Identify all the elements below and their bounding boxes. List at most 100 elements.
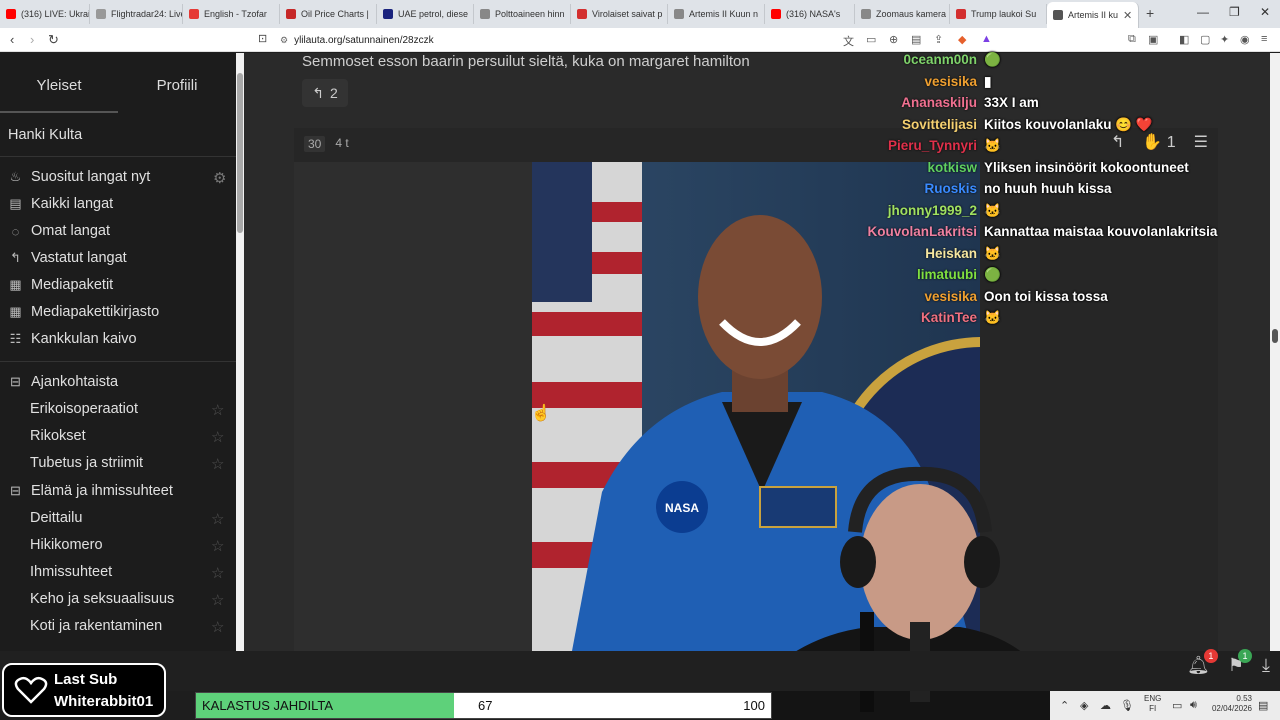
sidebar-item-kaikki[interactable]: ▤ Kaikki langat [8,196,113,212]
sidebar-scrollbar[interactable] [236,53,244,651]
rewards-icon[interactable]: ▲ [981,33,992,45]
notification-center-icon[interactable]: ▤ [1258,699,1268,712]
clock[interactable]: 0.53 02/04/2026 [1208,694,1252,714]
tab-label: Flightradar24: Live [111,9,183,19]
svg-text:NASA: NASA [665,501,699,515]
browser-tab[interactable]: (316) NASA's [765,4,855,24]
minimize-button[interactable]: — [1197,5,1209,19]
star-icon[interactable]: ☆ [211,537,224,555]
chat-username: kotkisw [927,159,977,175]
display-icon[interactable]: ▭ [1172,699,1182,712]
vpn-icon[interactable]: ◉ [1240,33,1250,46]
sidebar-item-suositut[interactable]: ♨ Suositut langat nyt [8,169,151,185]
tab-yleiset[interactable]: Yleiset [0,53,118,113]
extensions-icon[interactable]: ⧉ [1128,33,1136,46]
browser-tab[interactable]: English - Tzofar [183,4,280,24]
chat-text: Kiitos kouvolanlaku 😊 ❤️ [984,116,1153,132]
menu-icon[interactable]: ≡ [1261,33,1267,45]
settings-gear-icon[interactable]: ⚙ [213,169,226,187]
board-ihmissuhteet[interactable]: Ihmissuhteet [30,564,112,580]
browser-tab[interactable]: Zoomaus kamera [855,4,950,24]
share-icon[interactable]: ⇪ [934,33,943,46]
sidebar-item-mediapakettikirjasto[interactable]: ▦ Mediapakettikirjasto [8,304,159,320]
board-keho[interactable]: Keho ja seksuaalisuus [30,591,174,607]
star-icon[interactable]: ☆ [211,428,224,446]
tab-label: Oil Price Charts | [301,9,369,19]
sidebar-item-kankkulan-kaivo[interactable]: ☷ Kankkulan kaivo [8,331,137,347]
favicon-icon [577,9,587,19]
notification-bell-icon[interactable]: 🔔︎ 1 [1187,649,1218,676]
mic-icon[interactable]: 🎙︎ [1120,699,1134,712]
sidebar-toggle-icon[interactable]: ◧ [1179,33,1189,46]
chevron-up-icon[interactable]: ⌃ [1060,699,1069,712]
browser-tab[interactable]: Artemis II Kuun n [668,4,765,24]
reader-icon[interactable]: ▤ [911,33,921,46]
board-erikoisoperaatiot[interactable]: Erikoisoperaatiot [30,401,138,417]
board-tubetus[interactable]: Tubetus ja striimit [30,455,143,471]
chat-text: Oon toi kissa tossa [984,288,1108,304]
sidebar-item-vastatut[interactable]: ↰ Vastatut langat [8,250,127,266]
collapse-icon[interactable]: ⊟ [8,374,23,390]
close-window-button[interactable]: ✕ [1260,5,1270,19]
cast-icon[interactable]: ▭ [866,33,876,46]
dropbox-icon[interactable]: ◈ [1080,699,1088,712]
sidebar-item-mediapaketit[interactable]: ▦ Mediapaketit [8,277,113,293]
leo-icon[interactable]: ✦ [1220,33,1229,46]
browser-tab[interactable]: Polttoaineen hinn [474,4,571,24]
post-number[interactable]: 30 [304,136,326,152]
star-icon[interactable]: ☆ [211,455,224,473]
star-icon[interactable]: ☆ [211,564,224,582]
board-rikokset[interactable]: Rikokset [30,428,86,444]
star-icon[interactable]: ☆ [211,401,224,419]
chat-username: Sovittelijasi [901,116,977,132]
category-ajankohtaista[interactable]: ⊟ Ajankohtaista [8,374,118,390]
wallet-icon[interactable]: ▢ [1200,33,1210,46]
tab-label: Trump laukoi Su [971,9,1037,19]
star-icon[interactable]: ☆ [211,591,224,609]
translate-icon[interactable]: 文 [843,33,854,49]
site-info-icon[interactable]: ⚙ [280,35,288,46]
browser-tab[interactable]: Oil Price Charts | [280,4,377,24]
zoom-icon[interactable]: ⊕ [889,33,898,46]
sidebar-item-label: Kankkulan kaivo [31,331,137,347]
category-elama[interactable]: ⊟ Elämä ja ihmissuhteet [8,483,173,499]
chat-username: Pieru_Tynnyri [887,138,977,153]
cloud-icon[interactable]: ☁ [1100,699,1111,712]
hanki-kulta-link[interactable]: Hanki Kulta [8,127,82,143]
volume-icon[interactable]: 🔊︎ [1190,699,1197,712]
close-tab-icon[interactable]: ✕ [1123,9,1132,22]
board-hikikomero[interactable]: Hikikomero [30,537,103,553]
star-icon[interactable]: ☆ [211,618,224,636]
back-icon[interactable]: ‹ [10,32,14,47]
forward-icon[interactable]: › [30,32,34,47]
goal-current: 67 [478,698,493,713]
chat-text: 33X I am [984,95,1039,110]
browser-tab[interactable]: (316) LIVE: Ukrain [0,4,90,24]
sidebar-item-omat[interactable]: ◌ Omat langat [8,223,110,239]
bookmark-page-icon[interactable]: ⊡ [258,32,267,45]
chat-message: kotkisw Yliksen insinöörit kokoontuneet [840,160,1260,180]
download-icon[interactable]: ⤓ [1262,655,1270,676]
chat-text: 🟢 [984,267,1001,282]
browser-tab[interactable]: Trump laukoi Su [950,4,1047,24]
tab-profiili[interactable]: Profiili [118,53,236,113]
board-deittailu[interactable]: Deittailu [30,510,82,526]
page-scrollbar[interactable] [1270,53,1280,651]
browser-tab[interactable]: UAE petrol, diese [377,4,474,24]
browser-tab[interactable]: Artemis II ku ✕ [1047,2,1139,28]
maximize-button[interactable]: ❐ [1229,5,1240,19]
brave-shield-icon[interactable]: ◆ [958,33,966,46]
bookmark-icon[interactable]: ⚑ 1 [1228,649,1253,676]
browser-tab[interactable]: Virolaiset saivat p [571,4,668,24]
replies-button[interactable]: ↰ 2 [302,79,348,107]
star-icon[interactable]: ☆ [211,510,224,528]
scroll-thumb[interactable] [1272,329,1278,343]
browser-tab[interactable]: Flightradar24: Live [90,4,183,24]
reload-icon[interactable]: ↻ [48,32,59,48]
board-koti[interactable]: Koti ja rakentaminen [30,618,162,634]
scroll-thumb[interactable] [237,73,243,233]
collapse-icon[interactable]: ⊟ [8,483,23,499]
language-indicator[interactable]: ENG FI [1144,694,1161,714]
new-tab-button[interactable]: + [1146,5,1154,21]
screenshot-icon[interactable]: ▣ [1148,33,1158,46]
